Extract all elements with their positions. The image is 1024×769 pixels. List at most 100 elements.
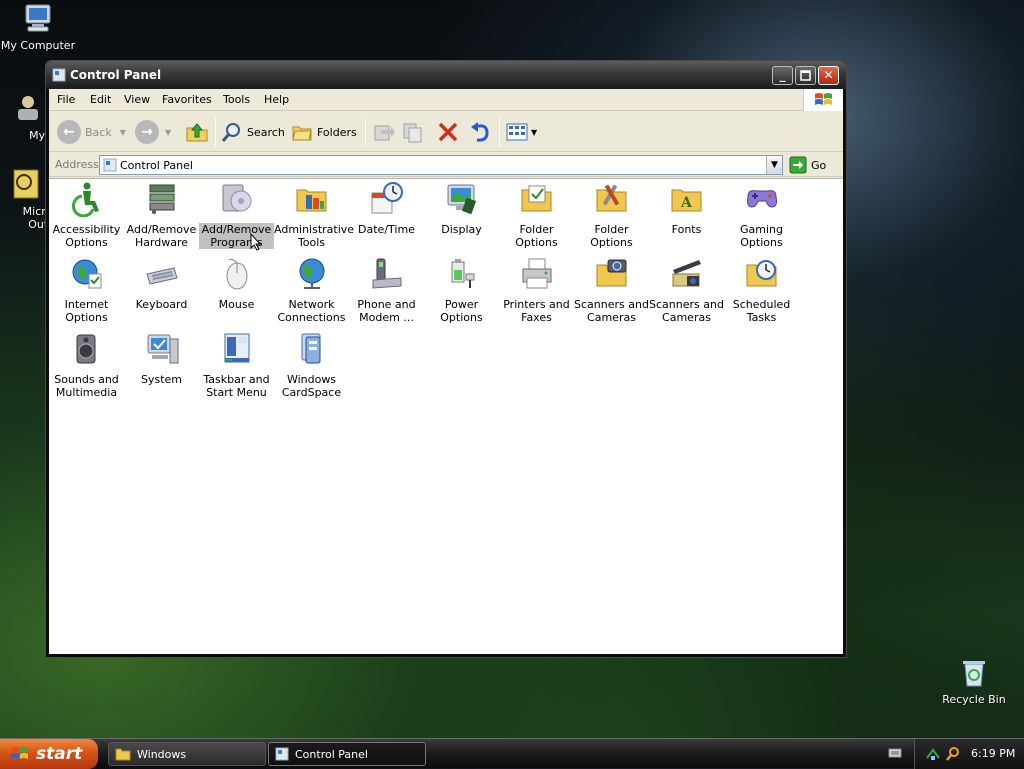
cp-item-administrative-tools[interactable]: Administrative Tools (274, 181, 354, 249)
chevron-down-icon: ▼ (771, 160, 778, 170)
title-bar[interactable]: Control Panel _ ✕ (46, 61, 846, 89)
taskbar-button-control-panel[interactable]: Control Panel (268, 742, 426, 766)
cp-item-add-remove-hardware[interactable]: Add/Remove Hardware (124, 181, 199, 249)
close-button[interactable]: ✕ (818, 66, 839, 85)
search-button[interactable]: Search (221, 118, 285, 146)
mypa-icon (18, 96, 38, 120)
address-value: Control Panel (120, 159, 193, 172)
move-to-icon (374, 125, 395, 141)
cp-item-label: Windows CardSpace (281, 373, 342, 399)
cp-item-label: Power Options (440, 298, 483, 324)
cp-item-add-remove-programs[interactable]: Add/Remove Programs (199, 181, 274, 249)
power-icon (451, 259, 474, 288)
cp-item-folder-options-2[interactable]: Folder Options (574, 181, 649, 249)
keyboard-layout-icon[interactable] (888, 747, 902, 759)
windows-flag-icon (815, 93, 832, 105)
search-label: Search (247, 125, 285, 139)
cp-item-network-connections[interactable]: Network Connections (274, 256, 349, 324)
start-label: start (36, 744, 83, 764)
menu-edit[interactable]: Edit (90, 93, 111, 106)
cp-item-folder-options[interactable]: Folder Options (499, 181, 574, 249)
go-button[interactable]: Go (789, 155, 826, 175)
cp-item-label: Fonts (671, 223, 702, 236)
menu-favorites[interactable]: Favorites (162, 93, 212, 106)
undo-button[interactable] (469, 118, 491, 146)
cp-item-label: Mouse (218, 298, 255, 311)
up-folder-icon (186, 123, 208, 142)
cp-item-system[interactable]: System (124, 331, 199, 386)
cp-item-label: Date/Time (358, 223, 415, 236)
maximize-button[interactable] (795, 66, 816, 85)
cardspace-icon (301, 333, 320, 364)
minimize-button[interactable]: _ (772, 66, 793, 85)
cp-item-label: Network Connections (277, 298, 346, 324)
cp-item-scheduled-tasks[interactable]: Scheduled Tasks (724, 256, 799, 324)
cp-item-scanners-and-cameras[interactable]: Scanners and Cameras (574, 256, 649, 324)
fonts-icon: A (671, 189, 701, 212)
folder-options-icon (521, 185, 551, 212)
start-button[interactable]: start (0, 739, 98, 769)
taskbar-button-windows[interactable]: Windows (108, 742, 266, 766)
cp-item-label: Add/Remove Programs (199, 223, 274, 249)
keyboard-tray-icon (888, 748, 902, 758)
back-button[interactable]: ← Back ▼ (57, 118, 126, 146)
desktop-icon-label: My Computer (0, 39, 76, 52)
cp-item-accessibility-options[interactable]: Accessibility Options (49, 181, 124, 249)
desktop-icon-recycle-bin[interactable]: Recycle Bin (936, 656, 1012, 706)
cp-item-gaming-options[interactable]: Gaming Options (724, 181, 799, 249)
accessibility-icon (71, 182, 99, 218)
cp-item-phone-and-modem[interactable]: Phone and Modem ... (349, 256, 424, 324)
control-panel-content: Accessibility Options Add/Remove Hardwar… (49, 178, 843, 654)
desktop-icon-my-computer[interactable]: My Computer (0, 2, 76, 52)
mouse-icon (226, 258, 247, 290)
forward-arrow-icon: → (135, 120, 159, 144)
menu-tools[interactable]: Tools (223, 93, 250, 106)
up-folder-button[interactable] (185, 118, 209, 146)
menu-file[interactable]: File (57, 93, 75, 106)
keyboard-icon (145, 267, 178, 285)
cp-item-date-time[interactable]: Date/Time (349, 181, 424, 236)
svg-text:A: A (680, 195, 693, 211)
chevron-down-icon: ▼ (165, 127, 172, 137)
cp-item-mouse[interactable]: Mouse (199, 256, 274, 311)
folders-button[interactable]: Folders (291, 118, 357, 146)
scanner-icon (596, 259, 626, 287)
cp-item-label: Gaming Options (740, 223, 783, 249)
cp-item-keyboard[interactable]: Keyboard (124, 256, 199, 311)
views-icon (506, 123, 528, 141)
cp-item-fonts[interactable]: A Fonts (649, 181, 724, 236)
forward-button[interactable]: → ▼ (135, 118, 171, 146)
cp-item-printers-and-faxes[interactable]: Printers and Faxes (499, 256, 574, 324)
control-panel-icon (275, 747, 289, 761)
toolbar-separator (215, 118, 216, 146)
folder-icon (115, 748, 131, 761)
cp-item-internet-options[interactable]: Internet Options (49, 256, 124, 324)
scanner-icon (672, 260, 701, 287)
address-input[interactable]: Control Panel ▼ (99, 155, 783, 175)
address-dropdown[interactable]: ▼ (766, 156, 782, 174)
delete-icon (438, 122, 458, 142)
clock[interactable]: 6:19 PM (971, 747, 1015, 760)
cp-item-scanners-and-cameras-2[interactable]: Scanners and Cameras (649, 256, 724, 324)
cp-item-taskbar-and-start-menu[interactable]: Taskbar and Start Menu (199, 331, 274, 399)
go-label: Go (811, 158, 827, 172)
menu-bar: File Edit View Favorites Tools Help (49, 89, 843, 111)
delete-button[interactable] (437, 118, 459, 146)
search-tray-icon[interactable] (945, 746, 961, 762)
cp-item-display[interactable]: Display (424, 181, 499, 236)
network-tray-icon[interactable] (925, 746, 941, 762)
views-button[interactable]: ▼ (505, 118, 537, 146)
menu-view[interactable]: View (124, 93, 150, 106)
go-arrow-icon (789, 156, 807, 174)
menu-help[interactable]: Help (264, 93, 289, 106)
clock-icon (371, 182, 403, 214)
cp-item-power-options[interactable]: Power Options (424, 256, 499, 324)
address-label: Address (55, 158, 99, 171)
cp-item-windows-cardspace[interactable]: Windows CardSpace (274, 331, 349, 399)
copy-to-button[interactable] (401, 118, 425, 146)
cp-item-sounds-and-multimedia[interactable]: Sounds and Multimedia (49, 331, 124, 399)
display-icon (447, 184, 476, 215)
move-to-button[interactable] (371, 118, 395, 146)
cp-item-label: Scanners and Cameras (649, 298, 724, 324)
chevron-down-icon: ▼ (119, 127, 126, 137)
